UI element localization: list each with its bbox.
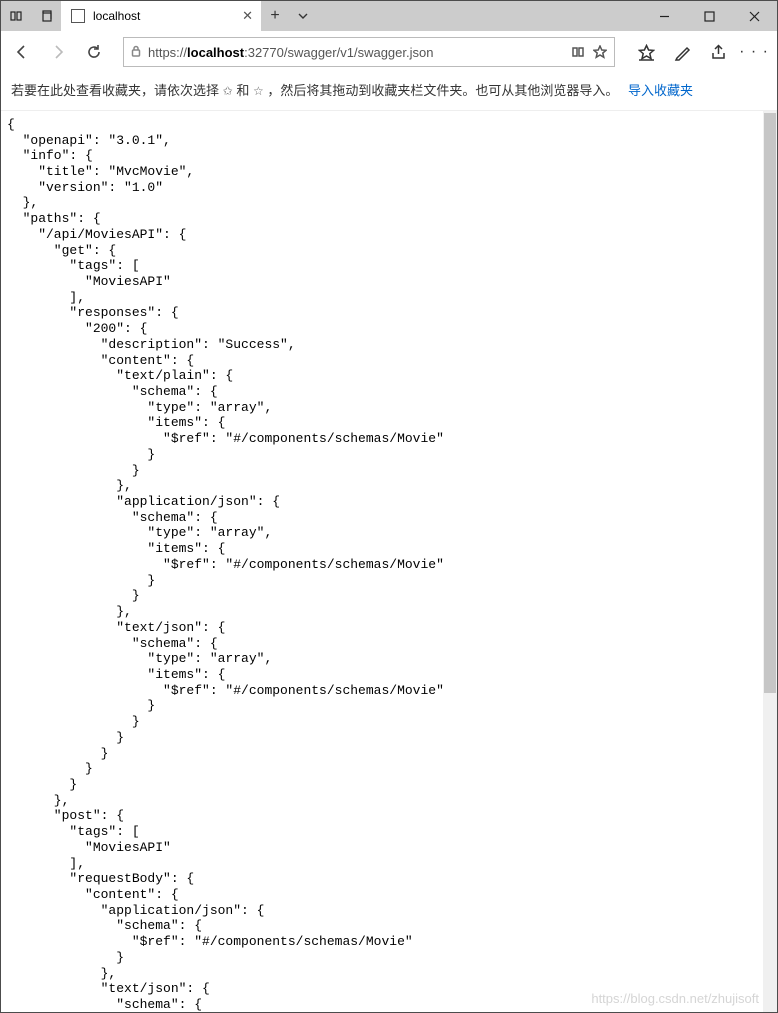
reading-view-icon[interactable] xyxy=(570,45,586,59)
forward-button[interactable] xyxy=(43,37,73,67)
url-rest: :32770/swagger/v1/swagger.json xyxy=(244,45,433,60)
more-menu-icon[interactable]: · · · xyxy=(737,37,771,67)
favprompt-star-icon-1: ✩ xyxy=(223,84,233,98)
minimize-button[interactable] xyxy=(642,1,687,31)
favorites-bar-prompt: 若要在此处查看收藏夹，请依次选择 ✩ 和 ☆ ，然后将其拖动到收藏夹栏文件夹。也… xyxy=(1,73,777,111)
browser-window: localhost ✕ + h xyxy=(0,0,778,1013)
scrollbar-thumb[interactable] xyxy=(764,113,776,693)
tab-favicon-icon xyxy=(71,9,85,23)
favprompt-star-icon-2: ☆ xyxy=(253,84,264,98)
content-area: { "openapi": "3.0.1", "info": { "title":… xyxy=(1,111,777,1012)
favorites-hub-icon[interactable] xyxy=(629,37,663,67)
titlebar-left-icons xyxy=(1,1,61,31)
titlebar: localhost ✕ + xyxy=(1,1,777,31)
import-favorites-link[interactable]: 导入收藏夹 xyxy=(628,83,693,98)
close-window-button[interactable] xyxy=(732,1,777,31)
url-input[interactable]: https://localhost:32770/swagger/v1/swagg… xyxy=(123,37,615,67)
tab-dropdown-icon[interactable] xyxy=(289,10,317,22)
url-text: https://localhost:32770/swagger/v1/swagg… xyxy=(148,45,564,60)
notes-icon[interactable] xyxy=(665,37,699,67)
lock-icon xyxy=(130,45,142,60)
window-controls xyxy=(642,1,777,31)
favorite-star-icon[interactable] xyxy=(592,45,608,59)
url-host: localhost xyxy=(187,45,244,60)
toolbar-right-icons: · · · xyxy=(629,37,771,67)
address-bar: https://localhost:32770/swagger/v1/swagg… xyxy=(1,31,777,73)
tabs-overview-icon[interactable] xyxy=(31,1,61,31)
tabbar-right: + xyxy=(261,1,317,31)
maximize-button[interactable] xyxy=(687,1,732,31)
browser-tab[interactable]: localhost ✕ xyxy=(61,1,261,31)
new-tab-button[interactable]: + xyxy=(261,7,289,25)
vertical-scrollbar[interactable] xyxy=(763,111,777,1012)
json-body: { "openapi": "3.0.1", "info": { "title":… xyxy=(1,111,763,1012)
tab-close-icon[interactable]: ✕ xyxy=(242,8,253,24)
refresh-button[interactable] xyxy=(79,37,109,67)
url-scheme: https:// xyxy=(148,45,187,60)
favprompt-text-mid: 和 xyxy=(236,83,253,98)
favprompt-text-after: ，然后将其拖动到收藏夹栏文件夹。也可从其他浏览器导入。 xyxy=(267,83,618,98)
favprompt-text-before: 若要在此处查看收藏夹，请依次选择 xyxy=(11,83,223,98)
tab-title: localhost xyxy=(93,9,140,23)
back-button[interactable] xyxy=(7,37,37,67)
page-content: { "openapi": "3.0.1", "info": { "title":… xyxy=(1,111,763,1012)
set-aside-tabs-icon[interactable] xyxy=(1,1,31,31)
share-icon[interactable] xyxy=(701,37,735,67)
